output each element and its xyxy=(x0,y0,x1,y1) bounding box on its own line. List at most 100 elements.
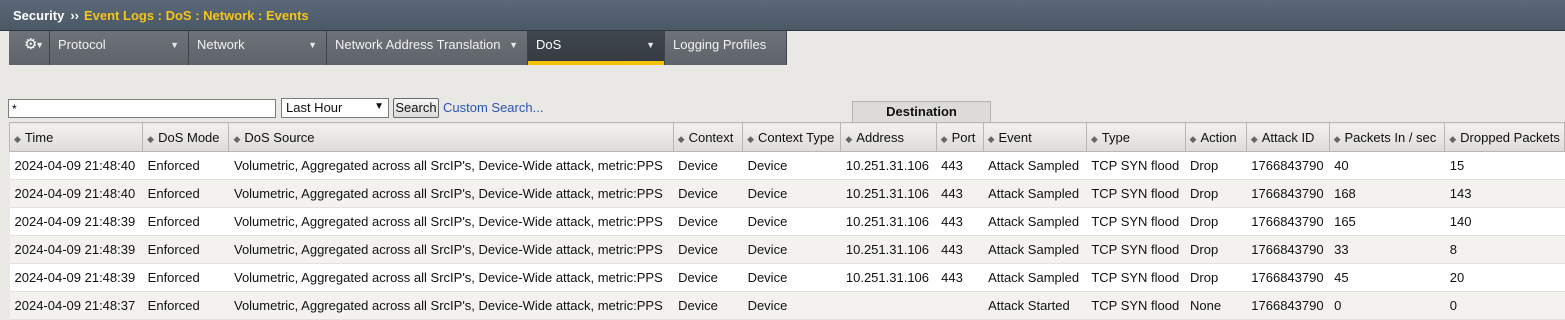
cell-action: Drop xyxy=(1185,263,1247,292)
sort-icon: ◆ xyxy=(747,133,754,144)
cell-time: 2024-04-09 21:48:39 xyxy=(9,235,143,264)
column-header-event[interactable]: ◆ Event xyxy=(982,122,1087,152)
column-header-context-type[interactable]: ◆ Context Type xyxy=(742,122,842,152)
cell-time: 2024-04-09 21:48:39 xyxy=(9,207,143,236)
search-button[interactable]: Search xyxy=(393,98,439,118)
table-header-row: ◆ Time ◆ DoS Mode ◆ DoS Source ◆ Context ◆ Co… xyxy=(8,122,1565,152)
table-row[interactable]: 2024-04-09 21:48:39 Enforced Volumetric,… xyxy=(9,207,1565,236)
destination-group-header: Destination xyxy=(852,101,991,122)
table-row[interactable]: 2024-04-09 21:48:40 Enforced Volumetric,… xyxy=(9,179,1565,208)
cell-context-type: Device xyxy=(742,291,841,320)
cell-dos-source: Volumetric, Aggregated across all SrcIP'… xyxy=(228,291,674,320)
cell-dos-mode: Enforced xyxy=(142,291,229,320)
column-header-context[interactable]: ◆ Context xyxy=(672,122,744,152)
cell-attack-id: 1766843790 xyxy=(1246,151,1330,180)
cell-type: TCP SYN flood xyxy=(1086,291,1186,320)
cell-dropped-packets: 15 xyxy=(1444,151,1565,180)
cell-port: 443 xyxy=(936,263,984,292)
tab-label: Network Address Translation xyxy=(335,37,501,52)
column-header-port[interactable]: ◆ Port xyxy=(935,122,984,152)
column-header-address[interactable]: ◆ Address xyxy=(840,122,937,152)
sort-icon: ◆ xyxy=(987,133,995,144)
table-row[interactable]: 2024-04-09 21:48:39 Enforced Volumetric,… xyxy=(9,263,1565,292)
cell-type: TCP SYN flood xyxy=(1086,179,1186,208)
column-header-packets-in[interactable]: ◆ Packets In / sec xyxy=(1328,122,1446,152)
cell-address: 10.251.31.106 xyxy=(840,263,937,292)
cell-dos-mode: Enforced xyxy=(142,235,229,264)
column-header-type[interactable]: ◆ Type xyxy=(1085,122,1186,152)
tab-logging-profiles[interactable]: Logging Profiles xyxy=(665,31,787,65)
column-header-attack-id[interactable]: ◆ Attack ID xyxy=(1245,122,1330,152)
cell-action: Drop xyxy=(1185,235,1247,264)
title-bar: Security ›› Event Logs : DoS : Network : E… xyxy=(0,0,1565,31)
cell-time: 2024-04-09 21:48:40 xyxy=(9,151,143,180)
sort-icon: ◆ xyxy=(147,133,155,144)
tab-label: Logging Profiles xyxy=(673,37,767,52)
search-input[interactable] xyxy=(8,99,276,118)
breadcrumb-section[interactable]: Security xyxy=(13,8,64,23)
tab-label: Protocol xyxy=(58,37,106,52)
cell-time: 2024-04-09 21:48:37 xyxy=(9,291,143,320)
sort-icon: ◆ xyxy=(233,133,241,144)
column-header-dropped-packets[interactable]: ◆ Dropped Packets xyxy=(1444,122,1565,152)
cell-dos-mode: Enforced xyxy=(142,179,229,208)
sort-icon: ◆ xyxy=(14,133,21,144)
chevron-down-icon: ▼ xyxy=(170,40,179,50)
sort-icon: ◆ xyxy=(1189,133,1197,144)
cell-dos-source: Volumetric, Aggregated across all SrcIP'… xyxy=(228,235,674,264)
cell-port: 443 xyxy=(936,179,984,208)
cell-type: TCP SYN flood xyxy=(1086,207,1186,236)
table-row[interactable]: 2024-04-09 21:48:39 Enforced Volumetric,… xyxy=(9,235,1565,264)
cell-context-type: Device xyxy=(742,263,841,292)
cell-event: Attack Sampled xyxy=(983,235,1087,264)
cell-address: 10.251.31.106 xyxy=(840,151,937,180)
cell-address: 10.251.31.106 xyxy=(840,207,937,236)
chevron-down-icon: ▼ xyxy=(35,40,44,50)
cell-type: TCP SYN flood xyxy=(1086,151,1186,180)
cell-dropped-packets: 8 xyxy=(1444,235,1565,264)
sort-icon: ◆ xyxy=(1333,133,1341,144)
cell-attack-id: 1766843790 xyxy=(1246,179,1330,208)
tab-label: DoS xyxy=(536,37,562,52)
chevron-down-icon: ▼ xyxy=(308,40,317,50)
table-row[interactable]: 2024-04-09 21:48:40 Enforced Volumetric,… xyxy=(9,151,1565,180)
sort-icon: ◆ xyxy=(845,133,853,144)
tab-protocol[interactable]: Protocol ▼ xyxy=(50,31,189,65)
table-row[interactable]: 2024-04-09 21:48:37 Enforced Volumetric,… xyxy=(9,291,1565,320)
chevron-down-icon: ▼ xyxy=(646,40,655,50)
tab-network[interactable]: Network ▼ xyxy=(189,31,327,65)
cell-dos-mode: Enforced xyxy=(142,207,229,236)
cell-context: Device xyxy=(673,179,743,208)
column-header-dos-source[interactable]: ◆ DoS Source xyxy=(228,122,674,152)
cell-action: Drop xyxy=(1185,179,1247,208)
cell-context-type: Device xyxy=(742,235,841,264)
time-range-value: Last Hour xyxy=(286,100,343,115)
cell-event: Attack Sampled xyxy=(983,263,1087,292)
cell-attack-id: 1766843790 xyxy=(1246,207,1330,236)
cell-time: 2024-04-09 21:48:40 xyxy=(9,179,143,208)
column-header-action[interactable]: ◆ Action xyxy=(1184,122,1247,152)
cell-dos-source: Volumetric, Aggregated across all SrcIP'… xyxy=(228,151,674,180)
cell-packets-in: 165 xyxy=(1329,207,1445,236)
column-header-time[interactable]: ◆ Time xyxy=(8,122,144,152)
cell-context: Device xyxy=(673,291,743,320)
cell-context-type: Device xyxy=(742,207,841,236)
time-range-select[interactable]: Last Hour ▼ xyxy=(281,98,389,118)
cell-dos-source: Volumetric, Aggregated across all SrcIP'… xyxy=(228,263,674,292)
cell-dos-source: Volumetric, Aggregated across all SrcIP'… xyxy=(228,207,674,236)
cell-packets-in: 33 xyxy=(1329,235,1445,264)
custom-search-link[interactable]: Custom Search... xyxy=(443,100,543,115)
cell-action: None xyxy=(1185,291,1247,320)
cell-dos-mode: Enforced xyxy=(142,263,229,292)
tab-dos[interactable]: DoS ▼ xyxy=(528,31,665,65)
column-header-dos-mode[interactable]: ◆ DoS Mode xyxy=(142,122,230,152)
settings-menu-button[interactable]: ⚙ ▼ xyxy=(9,31,50,65)
sort-icon: ◆ xyxy=(1090,133,1098,144)
tab-label: Network xyxy=(197,37,245,52)
cell-address: 10.251.31.106 xyxy=(840,179,937,208)
tab-network-address-translation[interactable]: Network Address Translation ▼ xyxy=(327,31,528,65)
cell-context: Device xyxy=(673,207,743,236)
cell-port: 443 xyxy=(936,207,984,236)
sort-icon: ◆ xyxy=(1449,133,1457,144)
cell-type: TCP SYN flood xyxy=(1086,263,1186,292)
